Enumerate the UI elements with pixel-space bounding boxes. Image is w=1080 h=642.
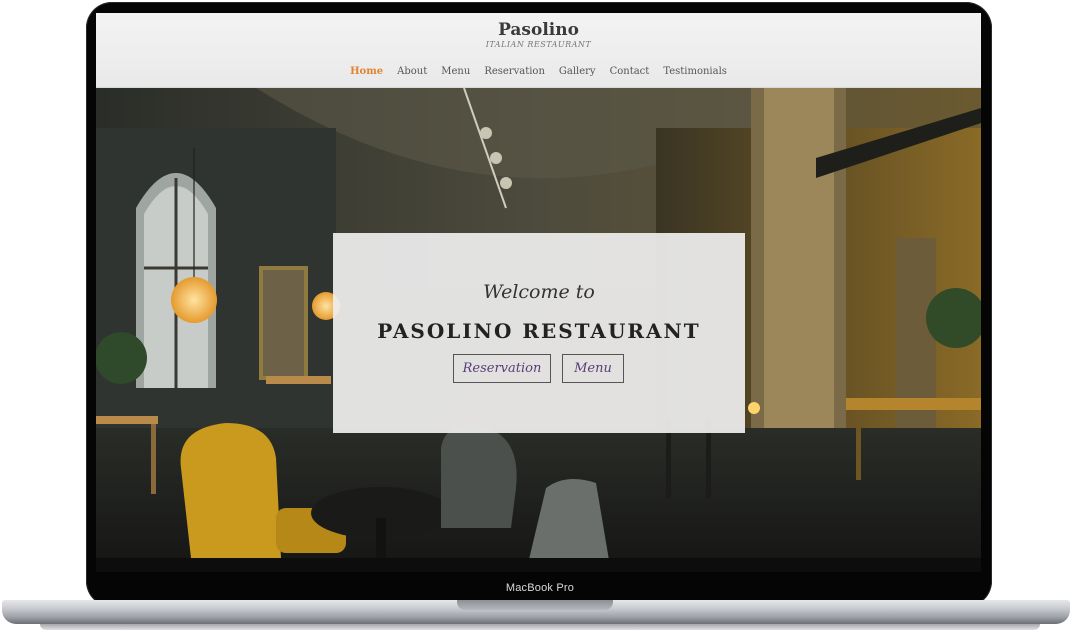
nav-gallery[interactable]: Gallery bbox=[559, 66, 596, 77]
nav-testimonials[interactable]: Testimonials bbox=[663, 66, 727, 77]
main-nav: Home About Menu Reservation Gallery Cont… bbox=[96, 66, 981, 77]
hero-title: PASOLINO RESTAURANT bbox=[377, 319, 701, 343]
welcome-text: Welcome to bbox=[483, 281, 595, 303]
device-model-label: MacBook Pro bbox=[505, 582, 575, 594]
nav-menu[interactable]: Menu bbox=[441, 66, 470, 77]
laptop-shadow bbox=[40, 624, 1040, 630]
brand-tagline: ITALIAN RESTAURANT bbox=[485, 40, 592, 49]
reservation-button[interactable]: Reservation bbox=[453, 354, 551, 383]
nav-contact[interactable]: Contact bbox=[610, 66, 650, 77]
laptop-screen: Pasolino ITALIAN RESTAURANT Home About M… bbox=[96, 13, 981, 572]
welcome-box: Welcome to PASOLINO RESTAURANT Reservati… bbox=[333, 233, 745, 433]
brand-name[interactable]: Pasolino bbox=[96, 20, 981, 40]
nav-reservation[interactable]: Reservation bbox=[484, 66, 545, 77]
site-header: Pasolino ITALIAN RESTAURANT Home About M… bbox=[96, 13, 981, 88]
hero-section: Welcome to PASOLINO RESTAURANT Reservati… bbox=[96, 88, 981, 572]
nav-home[interactable]: Home bbox=[350, 66, 383, 77]
laptop-notch bbox=[457, 600, 613, 610]
nav-about[interactable]: About bbox=[397, 66, 427, 77]
menu-button[interactable]: Menu bbox=[562, 354, 624, 383]
